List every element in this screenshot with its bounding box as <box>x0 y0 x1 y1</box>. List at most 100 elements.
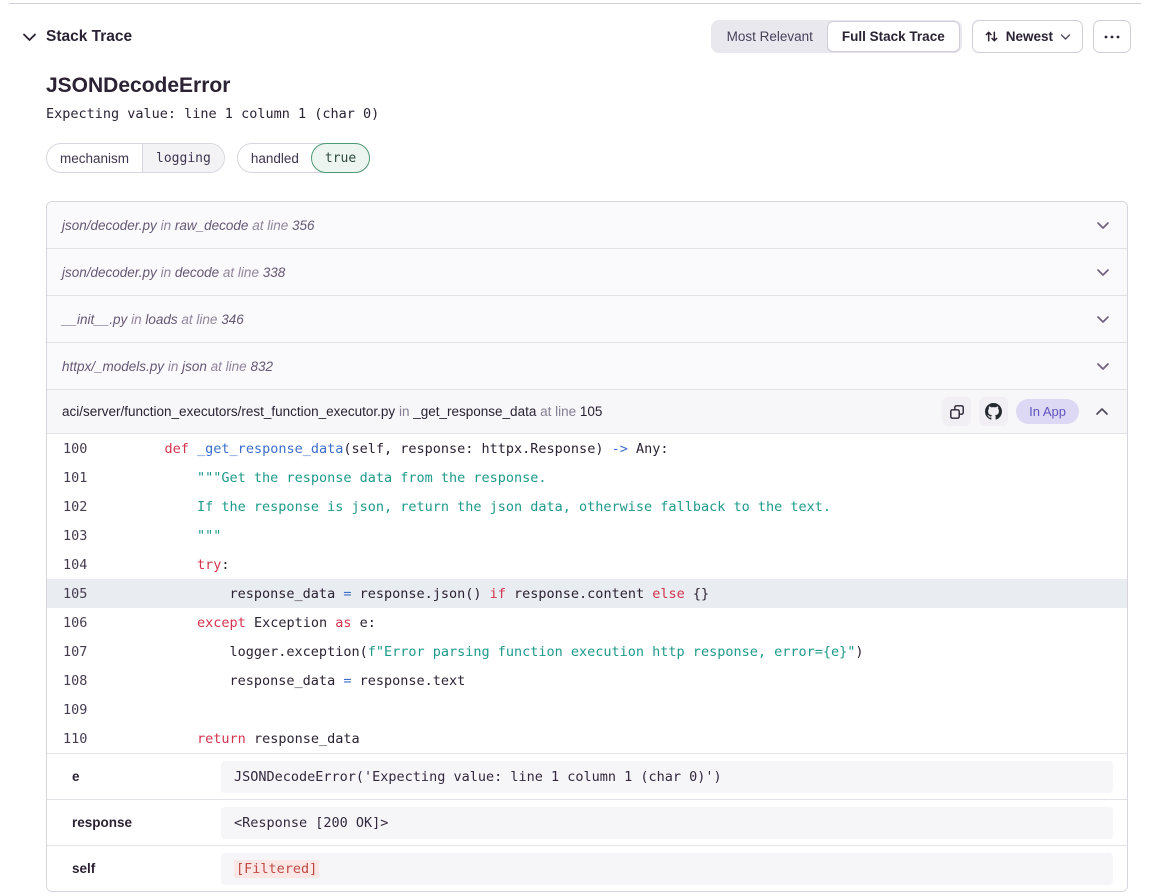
frame-title: __init__.py in loads at line 346 <box>62 312 244 327</box>
frame-function: json <box>182 359 207 374</box>
exception-tags: mechanismlogging handledtrue <box>46 143 1128 173</box>
collapsed-frames: json/decoder.py in raw_decode at line 35… <box>47 202 1127 390</box>
code-line: 101 """Get the response data from the re… <box>47 463 1127 492</box>
frame-in-word: in <box>131 312 142 327</box>
github-icon <box>985 403 1002 420</box>
tag-handled: handledtrue <box>237 143 370 173</box>
code-text: response_data = response.text <box>132 673 465 689</box>
collapse-frame-button[interactable] <box>1087 397 1117 426</box>
stack-frame-collapsed[interactable]: json/decoder.py in decode at line 338 <box>47 249 1127 296</box>
frame-in-word: in <box>161 218 172 233</box>
line-number: 110 <box>47 731 132 747</box>
stack-frames-card: json/decoder.py in raw_decode at line 35… <box>46 201 1128 892</box>
line-number: 101 <box>47 470 132 486</box>
variable-row: response<Response [200 OK]> <box>47 799 1127 845</box>
frame-filename: json/decoder.py <box>62 265 157 280</box>
code-text: """Get the response data from the respon… <box>132 470 547 486</box>
code-text: except Exception as e: <box>132 615 376 631</box>
chevron-down-icon <box>1096 268 1110 277</box>
stack-trace-header: Stack Trace Most RelevantFull Stack Trac… <box>0 4 1150 53</box>
stack-frame-collapsed[interactable]: httpx/_models.py in json at line 832 <box>47 343 1127 390</box>
line-number: 103 <box>47 528 132 544</box>
variable-name: response <box>47 815 221 830</box>
code-line: 104 try: <box>47 550 1127 579</box>
variables-list: eJSONDecodeError('Expecting value: line … <box>47 753 1127 891</box>
in-app-badge: In App <box>1016 399 1079 424</box>
chevron-down-icon <box>1096 221 1110 230</box>
variable-value: JSONDecodeError('Expecting value: line 1… <box>221 761 1113 793</box>
exception-value: Expecting value: line 1 column 1 (char 0… <box>46 106 1128 122</box>
code-line: 109 <box>47 695 1127 724</box>
more-options-button[interactable] <box>1093 20 1131 53</box>
variable-value: <Response [200 OK]> <box>221 807 1113 839</box>
frame-line-number: 346 <box>221 312 244 327</box>
frame-function: raw_decode <box>175 218 249 233</box>
variable-name: e <box>47 769 221 784</box>
tag-value: true <box>311 143 370 173</box>
frame-line-number: 832 <box>250 359 273 374</box>
code-line: 106 except Exception as e: <box>47 608 1127 637</box>
chevron-down-icon <box>1096 362 1110 371</box>
line-number: 109 <box>47 702 132 718</box>
line-number: 102 <box>47 499 132 515</box>
stack-frame-collapsed[interactable]: __init__.py in loads at line 346 <box>47 296 1127 343</box>
line-number: 107 <box>47 644 132 660</box>
chevron-down-icon <box>1096 315 1110 324</box>
frame-filename: httpx/_models.py <box>62 359 164 374</box>
code-line: 108 response_data = response.text <box>47 666 1127 695</box>
code-block: 100 def _get_response_data(self, respons… <box>47 434 1127 753</box>
github-button[interactable] <box>979 397 1008 426</box>
stack-trace-collapse-toggle[interactable]: Stack Trace <box>22 28 132 46</box>
view-option-full-stack-trace[interactable]: Full Stack Trace <box>827 21 960 52</box>
code-line: 102 If the response is json, return the … <box>47 492 1127 521</box>
line-number: 105 <box>47 586 132 602</box>
line-number: 108 <box>47 673 132 689</box>
view-option-most-relevant[interactable]: Most Relevant <box>713 22 827 51</box>
stack-frame-collapsed[interactable]: json/decoder.py in raw_decode at line 35… <box>47 202 1127 249</box>
frame-actions: In App <box>942 397 1117 426</box>
code-text: try: <box>132 557 230 573</box>
line-number: 104 <box>47 557 132 573</box>
chevron-up-icon <box>1095 407 1109 416</box>
tag-key: mechanism <box>47 144 142 172</box>
frame-filename: json/decoder.py <box>62 218 157 233</box>
frame-title: json/decoder.py in decode at line 338 <box>62 265 285 280</box>
frame-at-line-word: at line <box>223 265 259 280</box>
section-title: Stack Trace <box>46 28 132 46</box>
frame-at-line-word: at line <box>540 404 576 419</box>
line-number: 100 <box>47 441 132 457</box>
frame-filename: aci/server/function_executors/rest_funct… <box>62 404 395 419</box>
copy-icon <box>949 404 965 420</box>
header-controls: Most RelevantFull Stack Trace Newest <box>711 20 1131 53</box>
sort-button[interactable]: Newest <box>972 20 1083 53</box>
chevron-down-icon <box>1060 33 1071 41</box>
code-line: 103 """ <box>47 521 1127 550</box>
sort-button-label: Newest <box>1006 29 1053 44</box>
frame-in-word: in <box>399 404 410 419</box>
sort-arrows-icon <box>984 29 999 44</box>
frame-title: httpx/_models.py in json at line 832 <box>62 359 273 374</box>
code-text: return response_data <box>132 731 360 747</box>
frame-title: json/decoder.py in raw_decode at line 35… <box>62 218 315 233</box>
code-line: 110 return response_data <box>47 724 1127 753</box>
variable-row: eJSONDecodeError('Expecting value: line … <box>47 753 1127 799</box>
code-text: """ <box>132 528 221 544</box>
frame-in-word: in <box>168 359 179 374</box>
frame-at-line-word: at line <box>252 218 288 233</box>
code-line: 107 logger.exception(f"Error parsing fun… <box>47 637 1127 666</box>
frame-line-number: 338 <box>263 265 286 280</box>
view-toggle: Most RelevantFull Stack Trace <box>711 20 962 53</box>
frame-function: _get_response_data <box>413 404 536 419</box>
code-line: 100 def _get_response_data(self, respons… <box>47 434 1127 463</box>
copy-button[interactable] <box>942 397 971 426</box>
frame-at-line-word: at line <box>211 359 247 374</box>
code-text: If the response is json, return the json… <box>132 499 831 515</box>
tag-key: handled <box>238 144 312 172</box>
variable-name: self <box>47 861 221 876</box>
frame-filename: __init__.py <box>62 312 127 327</box>
code-line: 105 response_data = response.json() if r… <box>47 579 1127 608</box>
frame-title[interactable]: aci/server/function_executors/rest_funct… <box>62 404 602 419</box>
tag-mechanism: mechanismlogging <box>46 143 225 173</box>
code-text: response_data = response.json() if respo… <box>132 586 709 602</box>
frame-at-line-word: at line <box>181 312 217 327</box>
